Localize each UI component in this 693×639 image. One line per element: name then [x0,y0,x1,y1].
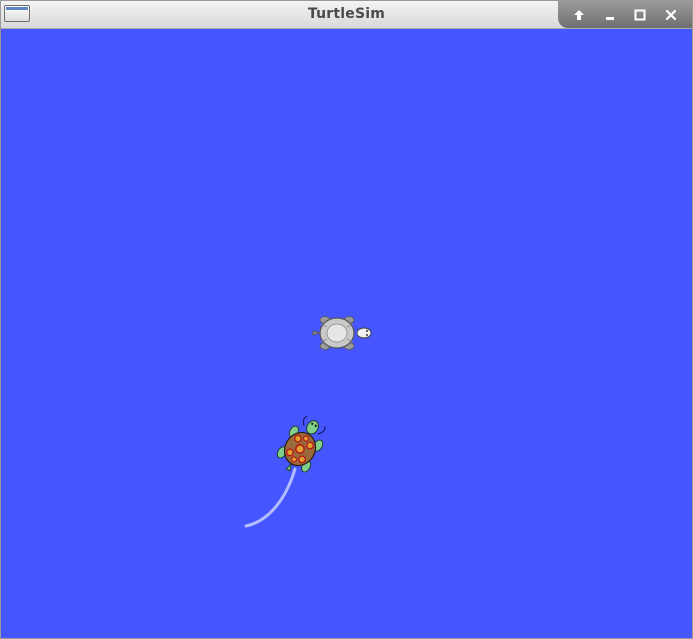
maximize-icon [634,9,646,20]
pen-trail [244,467,297,528]
close-icon [665,9,676,20]
minimize-button[interactable] [599,4,621,26]
window-controls [558,1,692,28]
turtle-icon [276,415,326,473]
close-button[interactable] [660,4,682,26]
shade-up-icon [574,9,585,20]
turtle-scene [244,316,372,528]
title-bar[interactable]: TurtleSim [1,1,692,29]
maximize-button[interactable] [629,4,651,26]
minimize-icon [605,16,614,20]
turtle-icon [312,316,372,350]
shade-up-button[interactable] [568,4,590,26]
turtlesim-window: TurtleSim [0,0,693,639]
simulation-canvas [1,29,692,638]
